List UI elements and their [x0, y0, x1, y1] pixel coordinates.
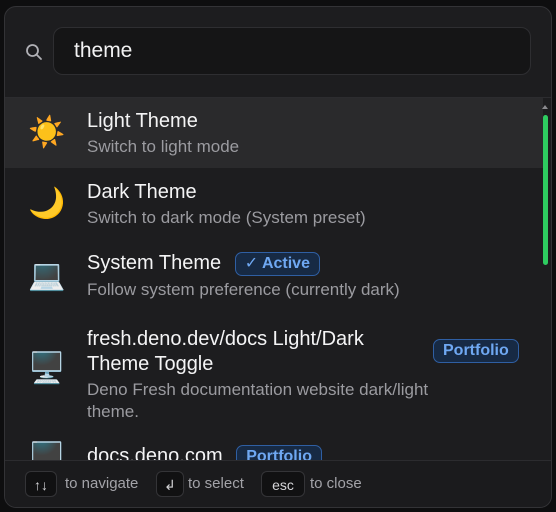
- result-title: Dark Theme: [87, 181, 197, 203]
- active-badge: ✓ Active: [234, 251, 320, 276]
- enter-key-icon: ↲: [156, 471, 184, 497]
- laptop-icon: 💻: [28, 259, 66, 292]
- result-dark-theme[interactable]: 🌙 Dark Theme Switch to dark mode (System…: [5, 168, 543, 239]
- navigate-hint: to navigate: [65, 475, 139, 492]
- esc-key: esc: [261, 471, 305, 497]
- result-title-line1: fresh.deno.dev/docs Light/Dark: [87, 328, 364, 350]
- results-scrollbar[interactable]: [541, 105, 549, 465]
- arrow-keys-icon: ↑↓: [25, 471, 57, 497]
- search-input[interactable]: theme: [53, 27, 531, 75]
- keyboard-hints-footer: ↑↓ to navigate ↲ to select esc to close: [5, 460, 551, 507]
- result-light-theme[interactable]: ☀️ Light Theme Switch to light mode: [5, 98, 543, 168]
- result-title-line2: Theme Toggle: [87, 353, 214, 375]
- select-hint: to select: [188, 475, 244, 492]
- portfolio-badge: Portfolio: [433, 339, 519, 363]
- result-fresh-deno-docs[interactable]: 🖥️ fresh.deno.dev/docs Light/Dark Theme …: [5, 311, 543, 429]
- desktop-computer-icon: 🖥️: [28, 352, 66, 385]
- result-subtitle-line1: Deno Fresh documentation website dark/li…: [87, 380, 429, 399]
- close-hint: to close: [310, 475, 362, 492]
- result-docs-deno-com[interactable]: 🖥️ docs.deno.com Portfolio: [5, 429, 543, 462]
- scroll-thumb[interactable]: [543, 115, 548, 265]
- results-list: ☀️ Light Theme Switch to light mode 🌙 Da…: [5, 98, 551, 462]
- search-icon: [26, 44, 42, 60]
- search-row: theme: [5, 7, 551, 98]
- result-system-theme[interactable]: 💻 System Theme ✓ Active Follow system pr…: [5, 239, 543, 311]
- desktop-computer-icon: 🖥️: [28, 442, 66, 462]
- command-palette: theme ☀️ Light Theme Switch to light mod…: [4, 6, 552, 508]
- result-title: System Theme: [87, 252, 222, 274]
- scroll-up-arrow-icon[interactable]: [542, 105, 548, 109]
- result-subtitle: Switch to dark mode (System preset): [87, 208, 366, 227]
- crescent-moon-icon: 🌙: [28, 187, 66, 220]
- result-subtitle-line2: theme.: [87, 402, 139, 421]
- result-title-row: System Theme ✓ Active: [87, 251, 320, 276]
- result-title: Light Theme: [87, 110, 198, 132]
- sun-icon: ☀️: [28, 116, 66, 149]
- result-subtitle: Follow system preference (currently dark…: [87, 280, 400, 299]
- result-subtitle: Switch to light mode: [87, 137, 240, 156]
